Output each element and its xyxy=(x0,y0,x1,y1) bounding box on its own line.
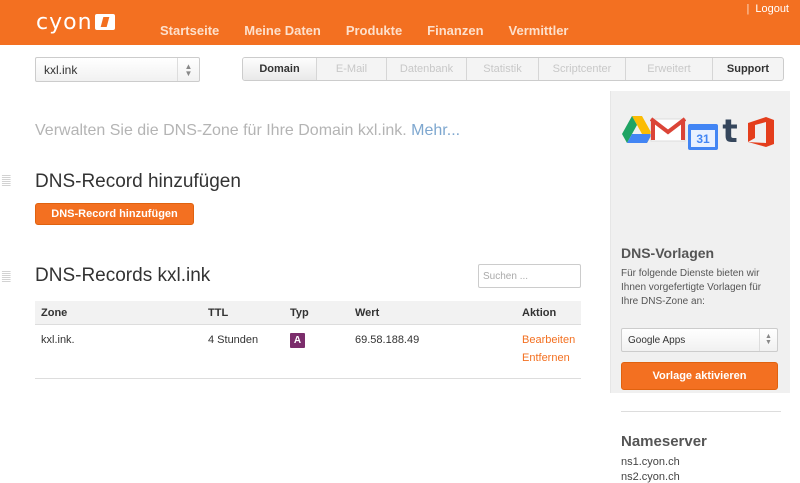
delete-record-link[interactable]: Entfernen xyxy=(522,352,570,364)
add-record-title: DNS-Record hinzufügen xyxy=(35,171,241,192)
template-select-value: Google Apps xyxy=(628,335,686,346)
tumblr-letter: t xyxy=(722,112,737,146)
record-type-badge: A xyxy=(290,333,305,348)
service-icons: 31 t xyxy=(622,102,782,152)
nameserver-2: ns2.cyon.ch xyxy=(621,471,680,483)
tumblr-icon: t xyxy=(722,112,737,146)
nameserver-title: Nameserver xyxy=(621,433,707,450)
templates-title: DNS-Vorlagen xyxy=(621,245,715,261)
search-input[interactable]: Suchen ... xyxy=(478,264,581,288)
nav-vermittler[interactable]: Vermittler xyxy=(509,23,569,38)
sidebar-divider xyxy=(621,411,781,412)
more-link[interactable]: Mehr... xyxy=(411,122,460,139)
office-icon xyxy=(748,117,774,147)
templates-description: Für folgende Dienste bieten wir Ihnen vo… xyxy=(621,268,762,307)
record-value: 69.58.188.49 xyxy=(355,334,420,346)
nameserver-1: ns1.cyon.ch xyxy=(621,456,680,468)
tab-erweitert[interactable]: Erweitert xyxy=(626,58,713,80)
column-header-typ[interactable]: Typ xyxy=(290,307,309,319)
nav-produkte[interactable]: Produkte xyxy=(346,23,402,38)
domain-select-value: kxl.ink xyxy=(44,63,78,77)
edit-record-link[interactable]: Bearbeiten xyxy=(522,334,575,346)
logout-separator: | xyxy=(746,3,750,15)
tab-datenbank[interactable]: Datenbank xyxy=(387,58,467,80)
select-arrows-icon: ▲ ▼ xyxy=(177,58,199,81)
drag-handle-icon[interactable]: ═ ═ ═ xyxy=(2,266,14,286)
tab-domain[interactable]: Domain xyxy=(243,58,317,80)
table-header: Zone TTL Typ Wert Aktion xyxy=(35,301,581,325)
google-calendar-icon: 31 xyxy=(688,124,718,150)
nav-finanzen[interactable]: Finanzen xyxy=(427,23,483,38)
tab-statistik[interactable]: Statistik xyxy=(467,58,539,80)
gmail-icon xyxy=(650,117,686,142)
cyon-logo[interactable]: cyon xyxy=(36,12,115,34)
logout-area: | Logout xyxy=(746,3,789,15)
calendar-number: 31 xyxy=(696,132,710,146)
activate-template-button[interactable]: Vorlage aktivieren xyxy=(621,362,778,390)
nav-startseite[interactable]: Startseite xyxy=(160,23,219,38)
google-drive-icon xyxy=(622,116,652,143)
add-record-button[interactable]: DNS-Record hinzufügen xyxy=(35,203,194,225)
intro-description: Verwalten Sie die DNS-Zone für Ihre Doma… xyxy=(35,122,407,139)
domain-select[interactable]: kxl.ink ▲ ▼ xyxy=(35,57,200,82)
main-nav: Startseite Meine Daten Produkte Finanzen… xyxy=(160,23,594,38)
template-select[interactable]: Google Apps ▲ ▼ xyxy=(621,328,778,352)
tab-scriptcenter[interactable]: Scriptcenter xyxy=(539,58,626,80)
logo-text: cyon xyxy=(36,10,93,35)
logo-mark-icon xyxy=(94,14,115,30)
tab-email[interactable]: E-Mail xyxy=(317,58,387,80)
sidebar: 31 t DNS-Vorlagen Für folgende Dienste b… xyxy=(610,91,790,483)
record-zone: kxl.ink. xyxy=(41,334,75,346)
column-header-zone[interactable]: Zone xyxy=(41,307,67,319)
column-header-aktion: Aktion xyxy=(522,307,557,319)
record-type: A xyxy=(290,333,305,348)
record-ttl: 4 Stunden xyxy=(208,334,259,346)
records-title: DNS-Records kxl.ink xyxy=(35,265,211,286)
dns-records-table: Zone TTL Typ Wert Aktion kxl.ink. 4 Stun… xyxy=(35,301,581,379)
column-header-ttl[interactable]: TTL xyxy=(208,307,228,319)
top-bar: cyon Startseite Meine Daten Produkte Fin… xyxy=(0,0,800,45)
section-tabs: Domain E-Mail Datenbank Statistik Script… xyxy=(242,57,784,81)
table-row: kxl.ink. 4 Stunden A 69.58.188.49 Bearbe… xyxy=(35,325,581,379)
nav-meine-daten[interactable]: Meine Daten xyxy=(244,23,321,38)
intro-text: Verwalten Sie die DNS-Zone für Ihre Doma… xyxy=(35,122,460,140)
logout-link[interactable]: Logout xyxy=(755,3,789,15)
select-arrows-icon: ▲ ▼ xyxy=(759,329,777,351)
tab-support[interactable]: Support xyxy=(713,58,783,80)
column-header-wert[interactable]: Wert xyxy=(355,307,379,319)
drag-handle-icon[interactable]: ═ ═ ═ xyxy=(2,170,14,190)
